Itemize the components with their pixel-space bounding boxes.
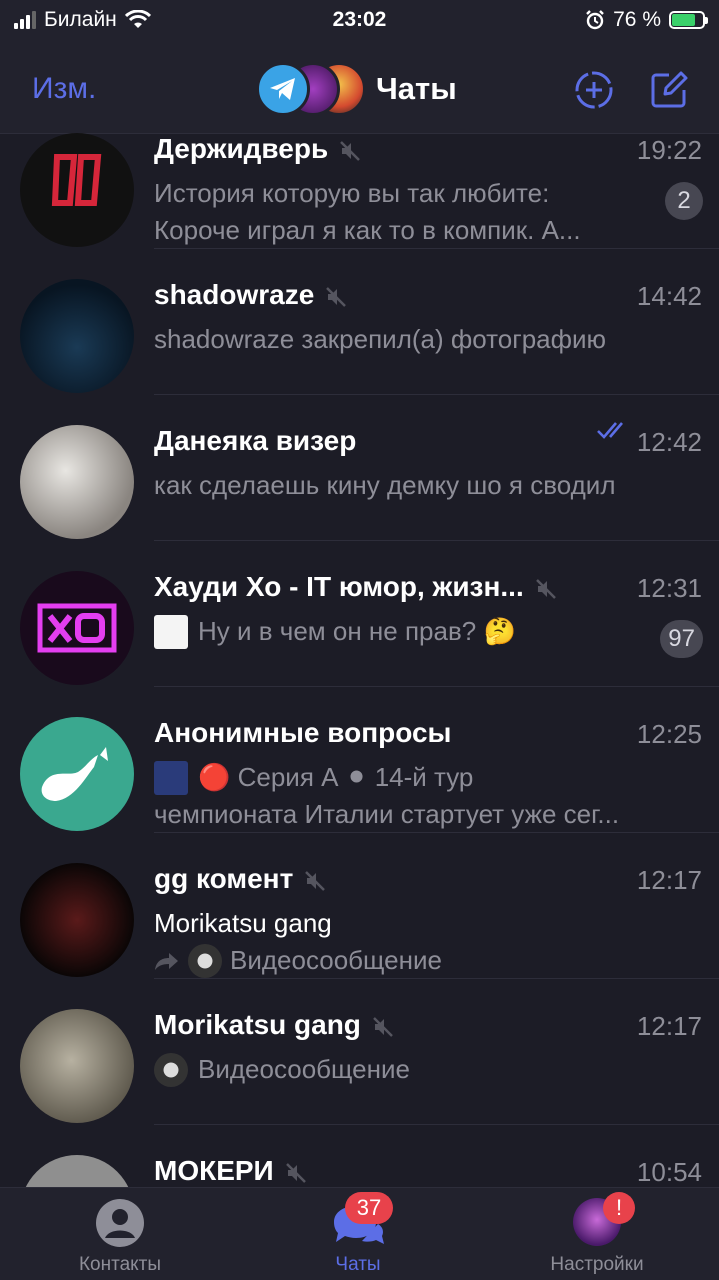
story-avatars[interactable]: [256, 60, 368, 118]
chat-avatar: [20, 425, 134, 539]
alarm-icon: [586, 10, 604, 30]
battery-percent: 76 %: [613, 8, 661, 31]
tab-settings[interactable]: Настройки !: [497, 1188, 697, 1280]
read-check-icon: [597, 422, 623, 439]
chat-preview: История которую вы так любите: Короче игр…: [154, 178, 581, 245]
chat-name: Держидверь: [154, 133, 362, 165]
chat-avatar: [20, 1009, 134, 1123]
forward-icon: [155, 952, 178, 970]
chat-row[interactable]: gg комент 12:17 Morikatsu gang Видеосооб…: [0, 833, 719, 979]
chat-preview: 🔴 Серия А ⚫ 14-й тур чемпионата Италии с…: [154, 760, 620, 829]
telegram-story-avatar[interactable]: [256, 62, 310, 116]
muted-icon: [285, 1162, 306, 1183]
chat-row[interactable]: Morikatsu gang 12:17 Видеосообщение: [0, 979, 719, 1125]
battery-icon: [669, 11, 708, 29]
chat-avatar: [20, 279, 134, 393]
signal-icon: [14, 11, 36, 29]
chat-avatar: [20, 571, 134, 685]
muted-icon: [326, 286, 347, 307]
person-icon: [96, 1199, 144, 1247]
wifi-icon: [124, 10, 151, 28]
chat-name: gg комент: [154, 863, 327, 895]
tab-label: Контакты: [78, 1254, 162, 1275]
video-message-icon: [154, 1052, 188, 1087]
carrier-label: Билайн: [44, 8, 117, 31]
chat-preview: как сделаешь кину демку шо я сводил: [154, 470, 616, 500]
chat-row[interactable]: shadowraze 14:42 shadowraze закрепил(а) …: [0, 249, 719, 395]
chat-name: Анонимные вопросы: [154, 717, 452, 748]
chats-unread-badge: 37: [345, 1192, 393, 1224]
muted-icon: [373, 1016, 393, 1037]
chat-preview: Morikatsu gang Видеосообщение: [154, 905, 684, 979]
chat-time: 12:42: [636, 427, 702, 457]
chat-name: Данеяка визер: [154, 425, 357, 456]
muted-icon: [535, 578, 556, 599]
media-thumbnail: [154, 614, 188, 649]
chat-preview: Ну и в чем он не прав? 🤔: [154, 613, 684, 650]
tab-bar: Контакты Чаты 37 Настройки !: [0, 1187, 719, 1280]
unread-badge: 2: [665, 182, 703, 220]
unread-badge: 97: [660, 620, 703, 658]
chat-time: 12:17: [636, 1011, 702, 1041]
media-thumbnail: [154, 760, 188, 795]
chat-time: 10:54: [636, 1157, 702, 1187]
telegram-icon: [270, 78, 295, 100]
tab-contacts[interactable]: Контакты: [20, 1188, 220, 1280]
chat-row[interactable]: Хауди Хо - IT юмор, жизн... 12:31 Ну и в…: [0, 541, 719, 687]
chat-name: Хауди Хо - IT юмор, жизн...: [154, 571, 558, 603]
chat-preview: Видеосообщение: [154, 1051, 684, 1088]
tab-label: Настройки: [550, 1254, 644, 1275]
chat-avatar: [20, 863, 134, 977]
page-title: Чаты: [376, 71, 457, 106]
video-message-icon: [188, 943, 222, 978]
chat-row[interactable]: Держидверь 19:22 История которую вы так …: [0, 103, 719, 249]
muted-icon: [305, 870, 326, 891]
tab-chats[interactable]: Чаты 37: [258, 1188, 458, 1280]
sender-name: Morikatsu gang: [154, 908, 332, 938]
chat-avatar: [20, 717, 134, 831]
chat-row[interactable]: Анонимные вопросы 12:25 🔴 Серия А ⚫ 14-й…: [0, 687, 719, 833]
chat-time: 19:22: [636, 135, 702, 165]
chat-time: 14:42: [636, 281, 702, 311]
tab-label: Чаты: [335, 1254, 381, 1275]
chat-name: shadowraze: [154, 279, 348, 311]
chat-time: 12:31: [636, 573, 702, 603]
chat-time: 12:25: [636, 719, 702, 749]
chat-name: МОКЕРИ: [154, 1155, 308, 1187]
chat-name: Morikatsu gang: [154, 1009, 395, 1041]
edit-button[interactable]: Изм.: [32, 72, 96, 106]
status-bar: Билайн 23:02 76 %: [0, 0, 719, 40]
muted-icon: [340, 140, 361, 161]
chat-avatar: [20, 133, 134, 247]
chat-preview: shadowraze закрепил(а) фотографию: [154, 324, 607, 354]
settings-alert-badge: !: [603, 1192, 635, 1224]
chat-time: 12:17: [636, 865, 702, 895]
chat-row[interactable]: Данеяка визер 12:42 как сделаешь кину де…: [0, 395, 719, 541]
